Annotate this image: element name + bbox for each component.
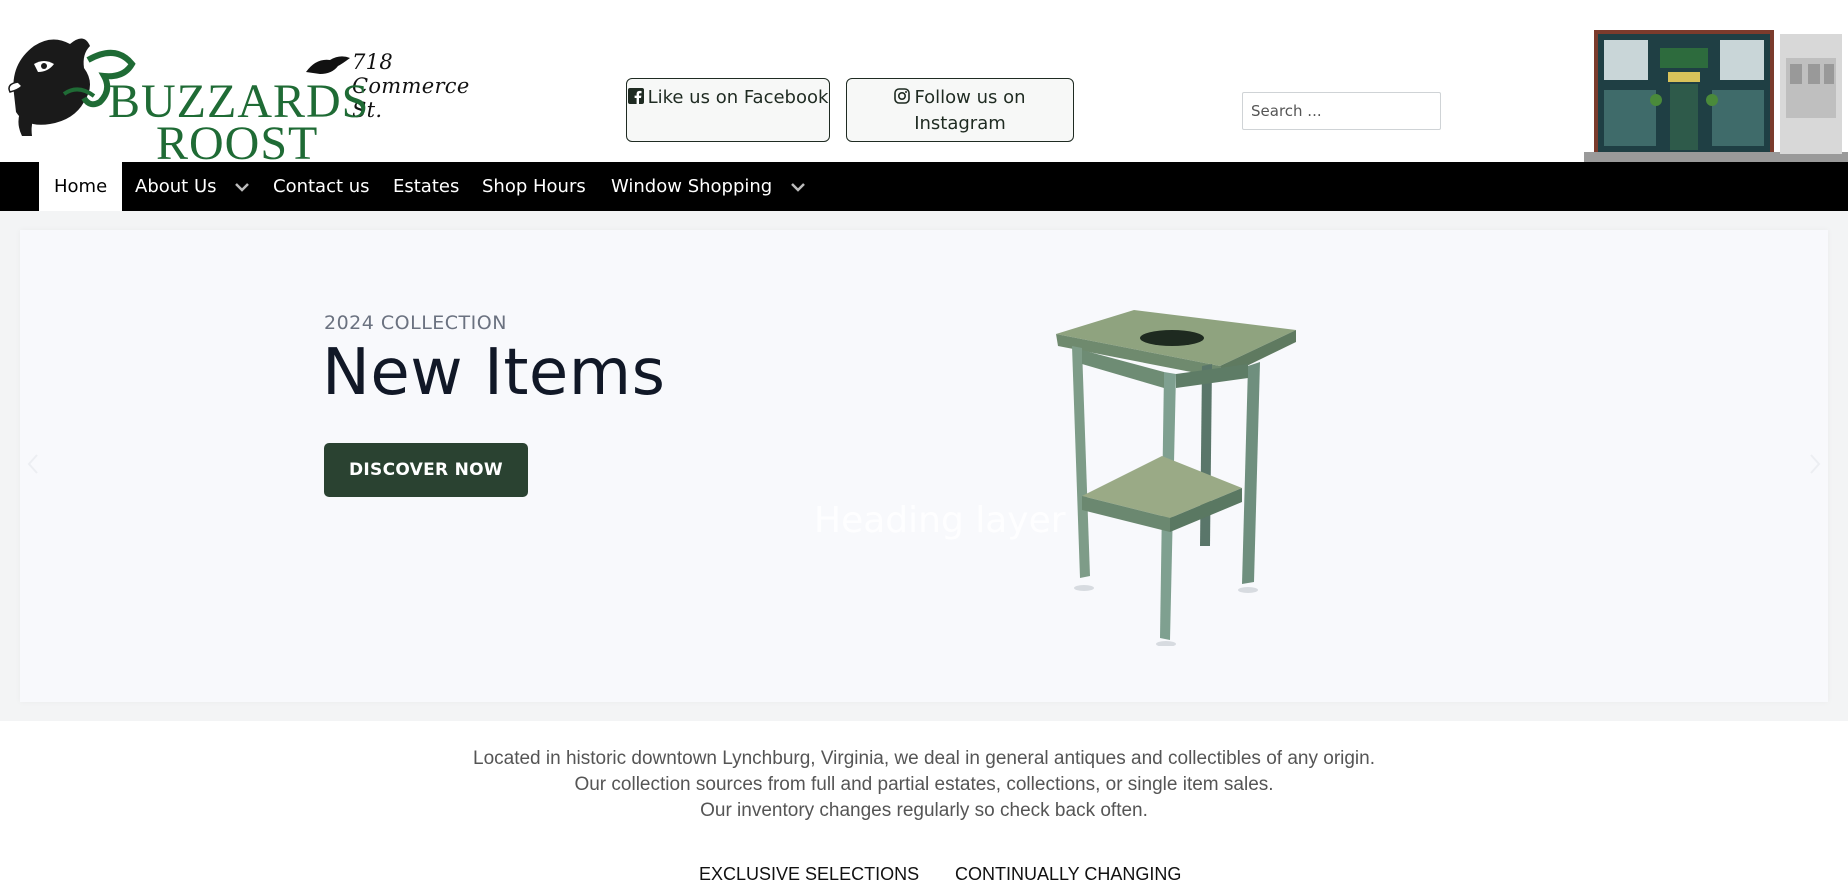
- site-header: 718 Commerce St. BUZZARDS ROOST Like us …: [0, 0, 1848, 168]
- nav-item-shop-hours[interactable]: Shop Hours: [482, 162, 586, 211]
- arrow-left-icon[interactable]: [26, 452, 40, 476]
- discover-now-button[interactable]: DISCOVER NOW: [324, 443, 528, 497]
- feature-continually-changing: CONTINUALLY CHANGING: [955, 864, 1182, 884]
- site-logo[interactable]: 718 Commerce St. BUZZARDS ROOST: [4, 24, 494, 168]
- hero-title: New Items: [322, 336, 666, 410]
- brand-name-line2: ROOST: [156, 117, 319, 170]
- nav-item-window-shopping[interactable]: Window Shopping: [611, 162, 806, 211]
- main-nav: Home About Us Contact us Estates Shop Ho…: [0, 162, 1848, 211]
- store-address: 718 Commerce St.: [352, 50, 470, 122]
- nav-item-label: Estates: [393, 176, 460, 197]
- facebook-icon: [627, 88, 644, 104]
- chevron-down-icon: [791, 183, 805, 192]
- facebook-label: Like us on Facebook: [647, 87, 829, 108]
- storefront-image: [1584, 28, 1848, 162]
- intro-line: Located in historic downtown Lynchburg, …: [473, 748, 1375, 769]
- intro-line: Our inventory changes regularly so check…: [700, 800, 1148, 821]
- nav-item-estates[interactable]: Estates: [393, 162, 459, 211]
- nav-item-home[interactable]: Home: [39, 162, 123, 211]
- hero-eyebrow: 2024 COLLECTION: [324, 312, 507, 334]
- intro-line: Our collection sources from full and par…: [574, 774, 1274, 795]
- nav-item-label: About Us: [135, 176, 217, 197]
- arrow-right-icon[interactable]: [1808, 452, 1822, 476]
- nav-item-about-us[interactable]: About Us: [135, 162, 250, 211]
- nav-item-label: Home: [54, 176, 108, 197]
- nav-item-label: Window Shopping: [611, 176, 773, 197]
- nav-item-label: Shop Hours: [482, 176, 586, 197]
- facebook-button[interactable]: Like us on Facebook: [626, 78, 830, 142]
- intro-text: Located in historic downtown Lynchburg, …: [0, 746, 1848, 824]
- hero-heading-layer: Heading layer: [814, 500, 1066, 541]
- instagram-icon: [894, 88, 911, 104]
- feature-exclusive-selections: EXCLUSIVE SELECTIONS: [699, 864, 920, 884]
- chevron-down-icon: [235, 183, 250, 192]
- hero-slider: [20, 230, 1828, 702]
- nav-item-contact-us[interactable]: Contact us: [273, 162, 370, 211]
- search-input[interactable]: [1242, 92, 1441, 130]
- instagram-button[interactable]: Follow us on Instagram: [846, 78, 1074, 142]
- instagram-label: Follow us on Instagram: [914, 87, 1026, 134]
- antique-table-image: [1056, 310, 1296, 646]
- nav-item-label: Contact us: [273, 176, 370, 197]
